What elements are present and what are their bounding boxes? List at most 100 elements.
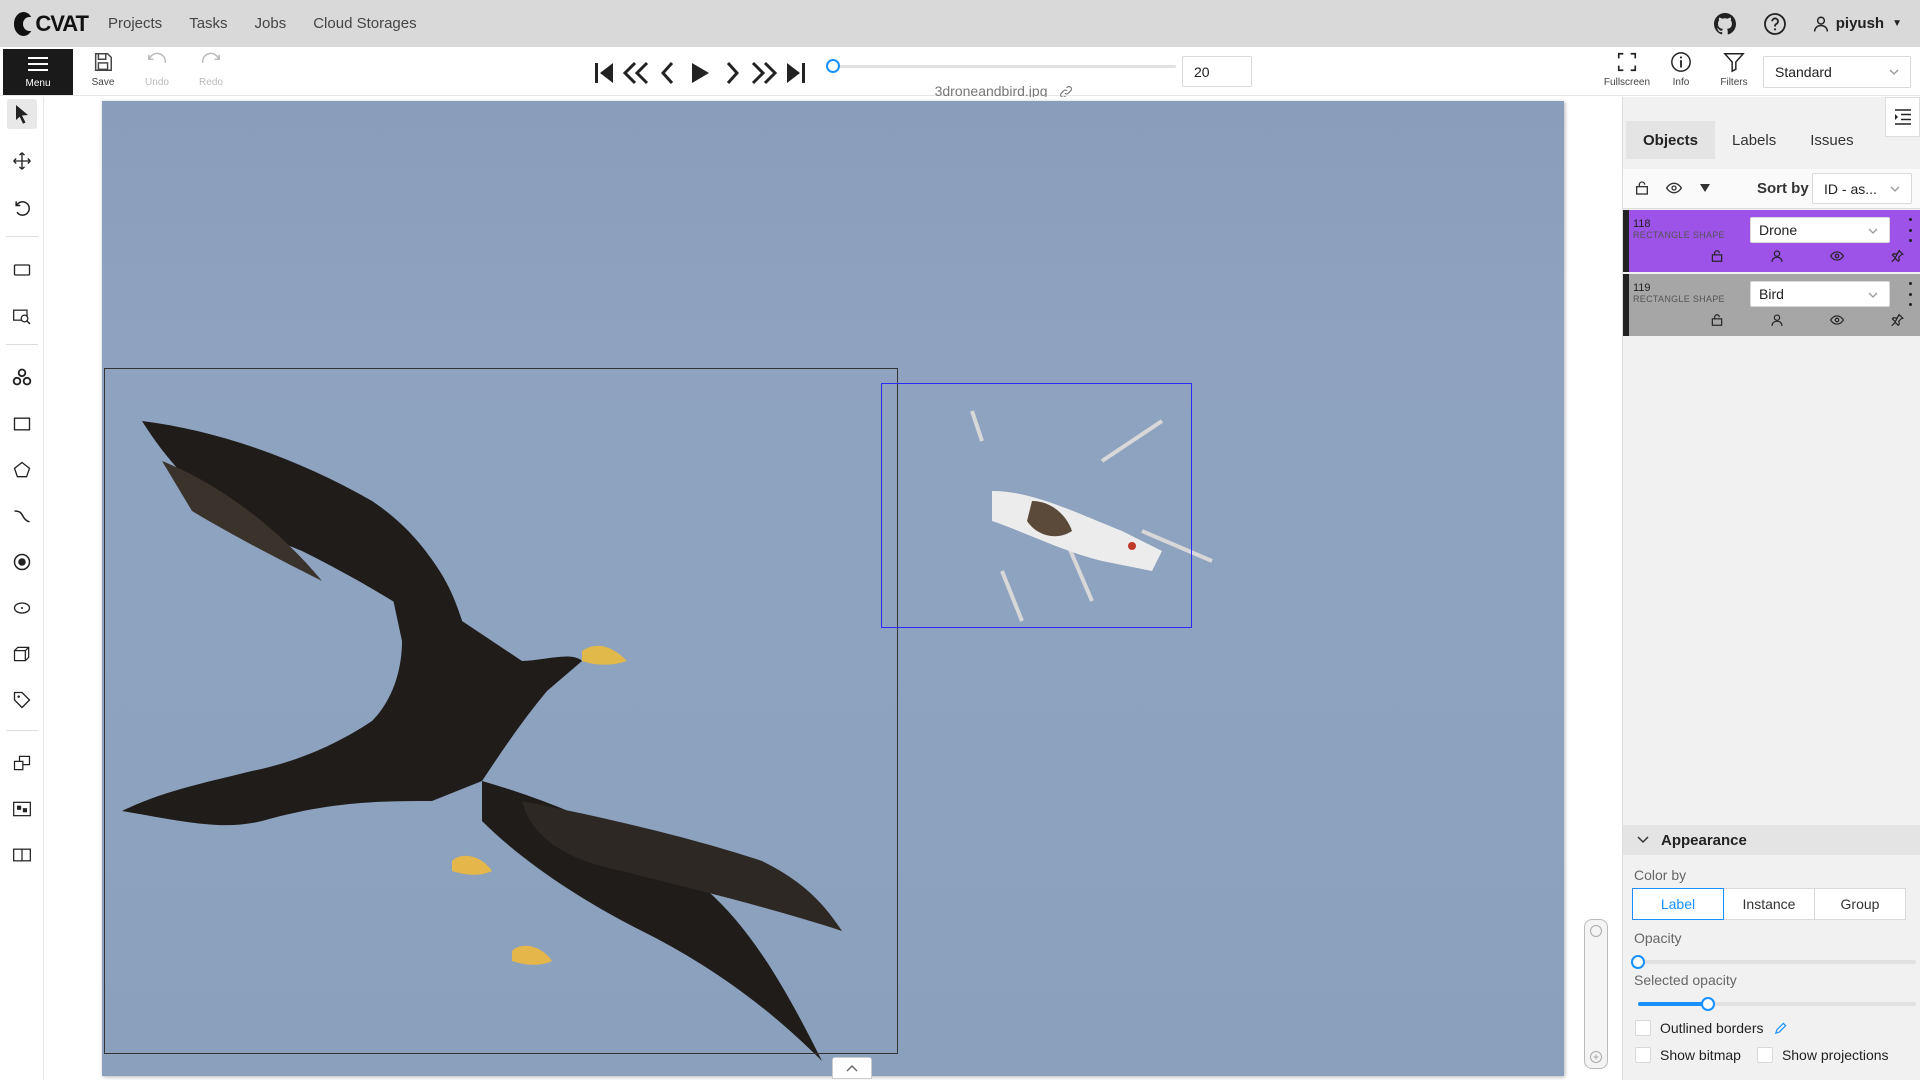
annotation-canvas[interactable] [44,97,1622,1080]
zoom-in-icon [1590,1051,1602,1063]
show-bitmap-checkbox[interactable] [1635,1047,1651,1063]
object-label-select[interactable]: Drone [1750,217,1890,243]
header-right: piyush ▼ [1712,0,1920,47]
nav-jobs[interactable]: Jobs [255,15,287,32]
lock-icon[interactable] [1687,249,1747,263]
fullscreen-button[interactable]: Fullscreen [1602,51,1652,95]
menu-button[interactable]: Menu [3,49,73,95]
collapse-sidebar-button[interactable] [1885,97,1920,137]
user-menu[interactable]: piyush ▼ [1812,15,1902,33]
rotate-tool[interactable] [7,193,37,223]
chevron-down-icon [1637,836,1649,844]
cursor-icon [16,105,28,124]
collapse-all-icon[interactable] [1699,183,1711,193]
outlined-borders-checkbox[interactable] [1635,1020,1651,1036]
workspace-select[interactable]: Standard [1763,56,1911,88]
polyline-tool[interactable] [7,501,37,531]
split-tool[interactable] [7,840,37,870]
expand-timeline-button[interactable] [832,1057,872,1079]
frame-slider-handle[interactable] [826,59,840,73]
object-item-118[interactable]: 118 RECTANGLE SHAPE Drone [1623,210,1920,272]
logo-text: CVAT [35,10,89,36]
redo-button[interactable]: Redo [186,51,236,93]
opacity-label: Opacity [1634,930,1682,946]
rectangle-tool[interactable] [7,409,37,439]
chevron-down-icon [1868,292,1878,298]
group-tool[interactable] [7,794,37,824]
sort-select[interactable]: ID - as... [1812,173,1912,204]
zoom-region-tool[interactable] [7,301,37,331]
move-tool[interactable] [7,146,37,176]
color-by-label-option[interactable]: Label [1632,888,1724,920]
lock-icon[interactable] [1687,313,1747,327]
cursor-tool[interactable] [7,99,37,129]
lock-all-icon[interactable] [1634,180,1650,196]
object-label-select[interactable]: Bird [1750,281,1890,307]
back-step-button[interactable] [620,57,652,89]
info-button[interactable]: Info [1660,51,1702,95]
chevron-down-icon [1889,69,1899,75]
more-options-icon[interactable] [1907,218,1913,242]
undo-button[interactable]: Undo [132,51,182,93]
last-frame-button[interactable] [780,57,812,89]
appearance-header[interactable]: Appearance [1623,825,1920,855]
more-options-icon[interactable] [1907,282,1913,306]
pin-icon[interactable] [1867,249,1920,263]
merge-tool[interactable] [7,748,37,778]
color-by-group-option[interactable]: Group [1814,888,1906,920]
save-button[interactable]: Save [78,51,128,93]
opacity-slider[interactable] [1631,955,1916,969]
selected-opacity-slider[interactable] [1638,997,1916,1011]
save-icon [94,53,112,71]
first-frame-icon [595,63,613,83]
selected-opacity-slider-handle[interactable] [1700,997,1715,1011]
main-nav: Projects Tasks Jobs Cloud Storages [108,15,444,32]
next-frame-button[interactable] [716,57,748,89]
nav-tasks[interactable]: Tasks [189,15,227,32]
help-icon[interactable] [1762,11,1788,37]
show-projections-checkbox[interactable] [1756,1047,1773,1063]
play-button[interactable] [684,57,716,89]
forward-step-button[interactable] [748,57,780,89]
eye-icon[interactable] [1807,249,1867,263]
fit-image-tool[interactable] [7,255,37,285]
polygon-tool[interactable] [7,455,37,485]
cuboid-icon [13,646,30,662]
ellipse-tool[interactable] [7,593,37,623]
opacity-slider-handle[interactable] [1631,955,1645,969]
pin-icon[interactable] [1867,313,1920,327]
tag-tool[interactable] [7,685,37,715]
user-icon[interactable] [1747,313,1807,327]
previous-frame-button[interactable] [652,57,684,89]
tab-labels[interactable]: Labels [1715,121,1793,159]
nav-cloud-storages[interactable]: Cloud Storages [313,15,416,32]
selected-opacity-label: Selected opacity [1634,972,1737,988]
bird-bounding-box[interactable] [104,368,898,1054]
drone-bounding-box[interactable] [881,383,1192,628]
filters-button[interactable]: Filters [1713,51,1755,95]
zoom-slider[interactable] [1584,919,1608,1069]
chevron-down-icon [1890,186,1900,192]
frame-number-input[interactable]: 20 [1182,56,1252,87]
eye-icon[interactable] [1807,313,1867,327]
opencv-tool[interactable] [7,362,37,392]
opencv-icon [12,368,32,386]
points-tool[interactable] [7,547,37,577]
cvat-logo[interactable]: CVAT [14,10,89,37]
color-picker-icon[interactable] [1774,1021,1788,1035]
object-item-119[interactable]: 119 RECTANGLE SHAPE Bird [1623,274,1920,336]
merge-icon [13,755,31,771]
tab-objects[interactable]: Objects [1626,121,1716,159]
nav-projects[interactable]: Projects [108,15,162,32]
tab-issues[interactable]: Issues [1793,121,1870,159]
frame-slider[interactable] [831,65,1176,68]
eye-all-icon[interactable] [1665,180,1683,196]
user-icon[interactable] [1747,249,1807,263]
cuboid-tool[interactable] [7,639,37,669]
github-icon[interactable] [1712,11,1738,37]
objects-list-header: Sort by ID - as... [1623,169,1920,209]
tag-icon [13,691,31,709]
zoom-region-icon [13,309,31,325]
color-by-instance-option[interactable]: Instance [1723,888,1815,920]
first-frame-button[interactable] [588,57,620,89]
